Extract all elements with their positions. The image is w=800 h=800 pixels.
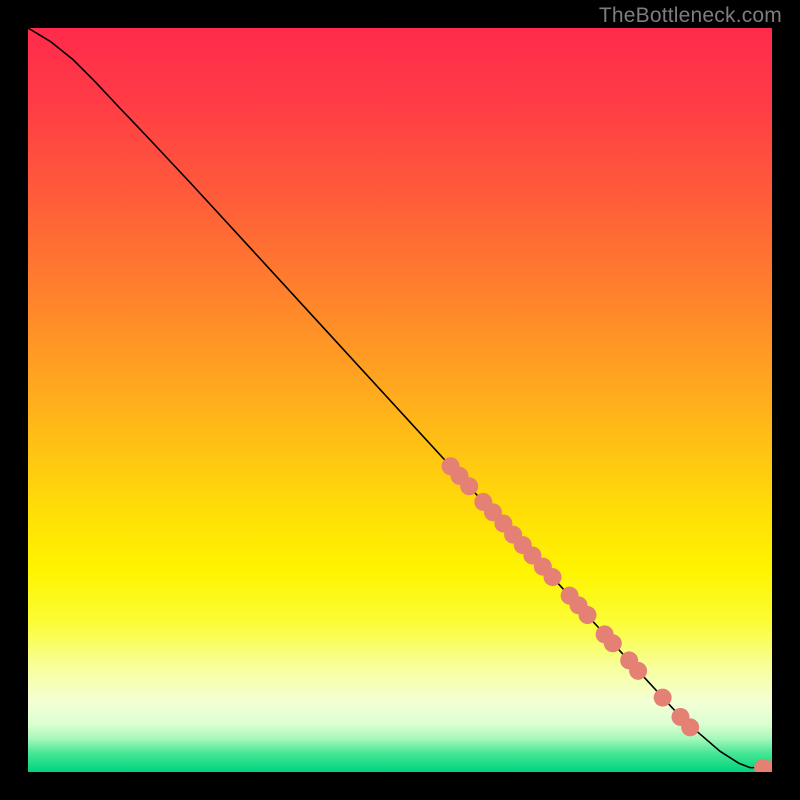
data-marker [544,568,562,586]
data-marker [604,634,622,652]
chart-stage: TheBottleneck.com [0,0,800,800]
data-marker [629,662,647,680]
gradient-background [28,28,772,772]
data-marker [578,606,596,624]
attribution-label: TheBottleneck.com [599,4,782,28]
plot-area [28,28,772,772]
chart-svg [28,28,772,772]
data-marker [460,477,478,495]
data-marker [681,718,699,736]
data-marker [654,689,672,707]
